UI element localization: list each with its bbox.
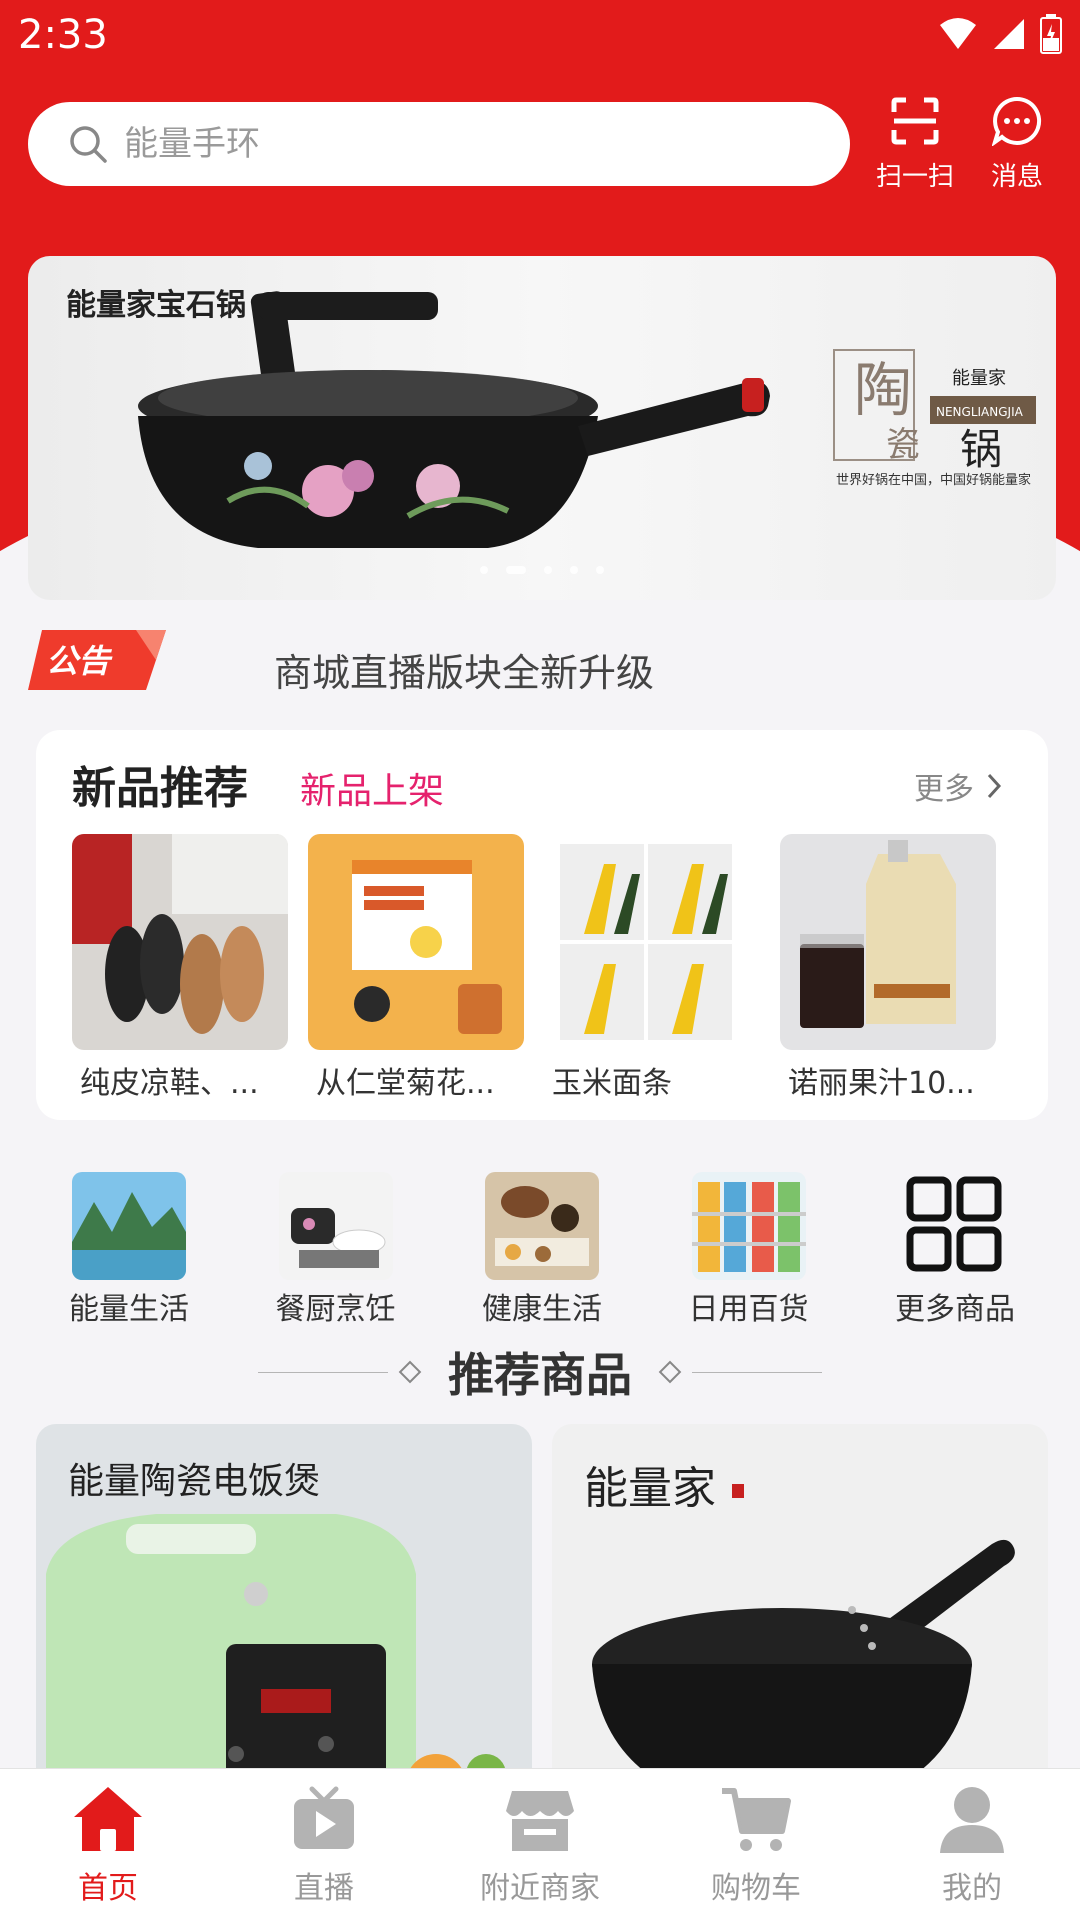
message-label: 消息 [990,162,1043,192]
new-products-section: 新品推荐 新品上架 更多 纯皮凉鞋、... 从仁堂菊花... 玉米面条 诺丽果汁… [36,730,1048,1120]
divider-line [692,1371,822,1373]
category-item[interactable]: 日用百货 [674,1172,824,1328]
recommended-item[interactable]: 能量陶瓷电饭煲 [36,1424,532,1824]
banner-dot[interactable] [544,566,552,574]
notice-bar[interactable]: 公告 商城直播版块全新升级 [28,626,1056,706]
category-label: 健康生活 [482,1292,602,1327]
brand-logo: 陶 瓷 能量家 NENGLIANGJIA 锅 世界好锅在中国，中国好锅能量家 [832,346,1042,506]
banner-dot-active[interactable] [506,566,526,574]
nav-label: 直播 [294,1871,354,1906]
message-button[interactable]: 消息 [972,96,1062,193]
category-item[interactable]: 能量生活 [54,1172,204,1328]
wok-product-image [138,291,770,548]
nav-home[interactable]: 首页 [0,1769,216,1920]
product-item[interactable]: 玉米面条 [544,834,760,1102]
new-products-list: 纯皮凉鞋、... 从仁堂菊花... 玉米面条 诺丽果汁10... [72,834,996,1102]
category-label: 更多商品 [895,1292,1015,1327]
category-item[interactable]: 餐厨烹饪 [261,1172,411,1328]
more-label: 更多 [914,772,974,807]
wifi-icon [940,18,976,49]
status-icons [938,14,1062,54]
svg-text:陶: 陶 [854,356,912,424]
nav-profile[interactable]: 我的 [864,1769,1080,1920]
svg-text:瓷: 瓷 [886,425,920,465]
category-item[interactable]: 健康生活 [467,1172,617,1328]
battery-icon [1040,14,1062,54]
supermarket-image [691,1172,806,1280]
new-products-subtitle: 新品上架 [300,771,445,812]
svg-text:公告: 公告 [46,642,113,680]
juice-image [780,834,996,1050]
category-label: 餐厨烹饪 [275,1292,396,1327]
home-icon [74,1787,142,1851]
store-icon [506,1791,574,1851]
search-row: 扫一扫 消息 [0,96,1080,196]
cookware-image [278,1172,393,1280]
grid-icon [898,1172,1012,1280]
tea-box-image [308,834,524,1050]
product-name: 从仁堂菊花... [316,1066,495,1101]
banner-dot[interactable] [570,566,578,574]
scan-icon [891,97,939,145]
promo-banner[interactable]: 能量家宝石锅 陶 瓷 能量家 NENGLIANGJIA 锅 世界好锅在中国，中国… [28,256,1056,600]
more-button[interactable]: 更多 [914,764,1002,808]
category-item[interactable]: 更多商品 [880,1172,1030,1328]
svg-text:NENGLIANGJIA: NENGLIANGJIA [936,405,1024,419]
bottom-nav: 首页 直播 附近商家 购物车 我的 [0,1768,1080,1920]
product-name: 玉米面条 [552,1066,672,1101]
product-item[interactable]: 纯皮凉鞋、... [72,834,288,1102]
banner-dot[interactable] [596,566,604,574]
search-icon [70,126,107,163]
chevron-right-icon [987,773,1002,799]
diamond-ornament [398,1360,422,1384]
corn-noodles-image [544,834,760,1050]
divider-line [258,1371,388,1373]
tv-play-icon [294,1786,354,1849]
scan-button[interactable]: 扫一扫 [870,96,960,193]
notice-badge: 公告 [28,628,168,692]
product-name: 纯皮凉鞋、... [80,1066,259,1101]
nav-label: 我的 [942,1871,1002,1906]
category-grid: 能量生活 餐厨烹饪 健康生活 日用百货 更多商品 [36,1172,1048,1328]
status-time: 2:33 [18,12,108,58]
svg-text:锅: 锅 [960,425,1002,474]
product-item[interactable]: 诺丽果汁10... [780,834,996,1102]
recommended-item[interactable]: 能量家 [552,1424,1048,1824]
nav-cart[interactable]: 购物车 [648,1769,864,1920]
nav-live[interactable]: 直播 [216,1769,432,1920]
recommended-list: 能量陶瓷电饭煲 能量家 [36,1424,1048,1824]
nav-nearby[interactable]: 附近商家 [432,1769,648,1920]
svg-text:能量家: 能量家 [952,368,1006,389]
product-item[interactable]: 从仁堂菊花... [308,834,524,1102]
nav-label: 首页 [78,1871,138,1906]
search-input[interactable] [124,124,724,164]
user-icon [940,1787,1004,1853]
category-label: 能量生活 [69,1292,189,1327]
category-label: 日用百货 [688,1292,809,1327]
status-bar: 2:33 [0,0,1080,76]
nav-label: 附近商家 [480,1871,600,1906]
recommended-heading: 推荐商品 [0,1340,1080,1404]
nav-label: 购物车 [711,1871,801,1906]
product-name: 诺丽果汁10... [788,1066,975,1101]
signal-icon [994,19,1024,49]
message-icon [991,96,1042,148]
recommended-title: 推荐商品 [448,1348,632,1402]
banner-pagination [28,566,1056,574]
rice-cooker-image [46,1514,506,1824]
landscape-image [72,1172,186,1280]
scan-label: 扫一扫 [875,162,954,192]
search-box[interactable] [28,102,850,186]
banner-dot[interactable] [480,566,488,574]
tea-set-image [485,1172,599,1280]
new-products-title: 新品推荐 [72,763,248,814]
sandals-image [72,834,288,1050]
cart-icon [722,1788,791,1851]
diamond-ornament [658,1360,682,1384]
wok-image [592,1484,1015,1814]
notice-text: 商城直播版块全新升级 [274,651,655,695]
svg-text:世界好锅在中国，中国好锅能量家: 世界好锅在中国，中国好锅能量家 [836,472,1031,488]
